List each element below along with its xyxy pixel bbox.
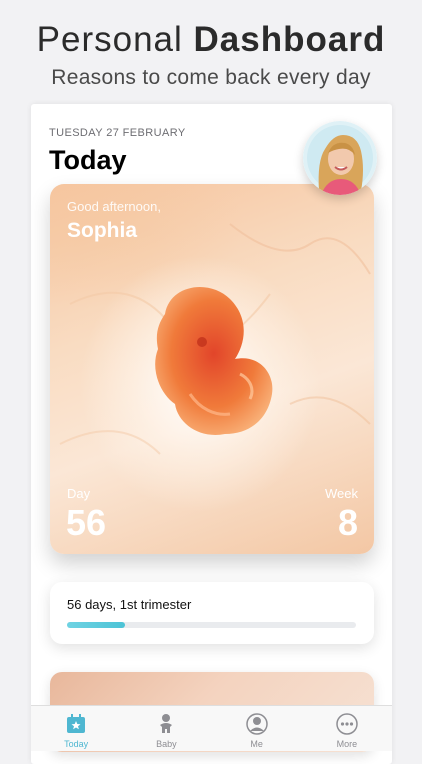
tab-baby[interactable]: Baby <box>121 706 211 751</box>
promo-subtitle: Reasons to come back every day <box>51 66 371 89</box>
day-value: 56 <box>66 502 107 543</box>
tab-more[interactable]: More <box>302 706 392 751</box>
tab-label-more: More <box>336 739 358 749</box>
avatar-portrait <box>303 121 377 195</box>
progress-card[interactable]: 56 days, 1st trimester <box>50 582 374 644</box>
avatar[interactable] <box>303 121 377 195</box>
week-label: Week <box>325 486 358 501</box>
tab-me[interactable]: Me <box>212 706 302 751</box>
baby-icon <box>160 714 173 733</box>
progress-fill <box>67 622 125 628</box>
user-name: Sophia <box>67 219 138 242</box>
phone-screen: TUESDAY 27 FEBRUARY Today Good afternoon… <box>31 104 392 764</box>
promo-title-bold: Dashboard <box>193 20 386 59</box>
tab-label-me: Me <box>250 739 263 749</box>
page-title: Today <box>49 145 127 175</box>
tab-today[interactable]: Today <box>31 706 121 751</box>
greeting-text: Good afternoon, <box>67 199 161 214</box>
week-value: 8 <box>337 502 358 543</box>
tab-bar: Today Baby Me More <box>31 705 392 751</box>
tab-label-today: Today <box>64 739 89 749</box>
more-dots-icon <box>336 713 358 735</box>
promo-title-light: Personal <box>36 20 183 59</box>
progress-track <box>67 622 356 628</box>
promo-title: Personal Dashboard <box>0 20 422 60</box>
person-icon <box>245 713 268 735</box>
calendar-star-icon <box>67 714 86 733</box>
date-label: TUESDAY 27 FEBRUARY <box>49 127 186 139</box>
tab-label-baby: Baby <box>156 739 177 749</box>
progress-text: 56 days, 1st trimester <box>67 597 192 612</box>
day-label: Day <box>67 486 91 501</box>
hero-card[interactable]: Good afternoon, Sophia Day 56 Week 8 <box>50 184 374 554</box>
